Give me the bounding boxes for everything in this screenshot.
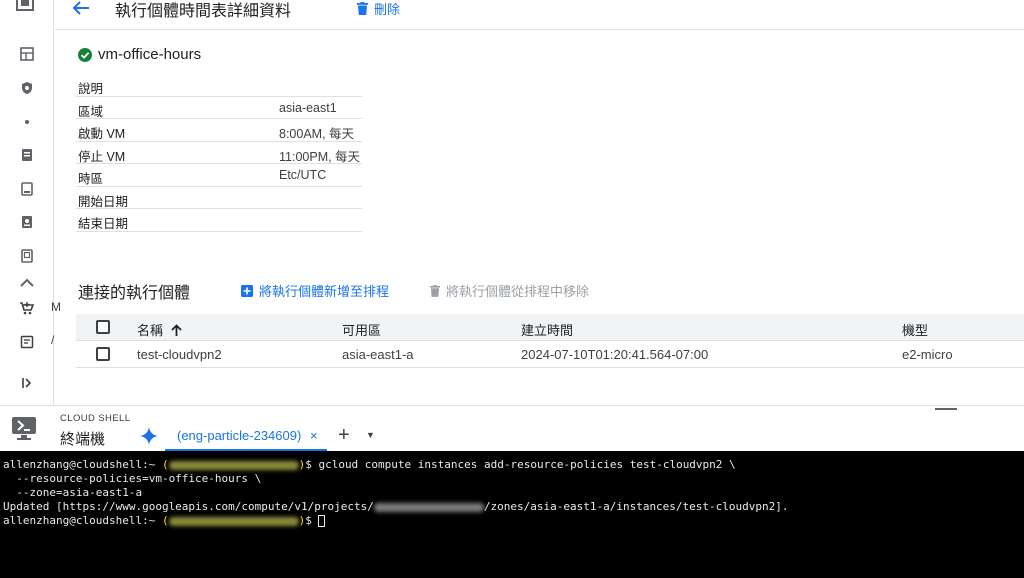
schedule-name: vm-office-hours (78, 46, 201, 63)
close-icon[interactable]: × (310, 428, 318, 443)
terminal-line-5: allenzhang@cloudshell:~ ()$ (3, 514, 1021, 528)
detail-key: 區域 (78, 104, 104, 119)
detail-row-start-date: 開始日期 (76, 187, 362, 209)
resize-handle[interactable] (935, 408, 957, 410)
detail-key: 時區 (78, 172, 104, 186)
rail-label-cut-1: M (51, 300, 61, 314)
detail-key: 開始日期 (78, 194, 129, 209)
new-tab-plus-icon[interactable]: + (338, 424, 350, 447)
tab-dropdown-icon[interactable]: ▼ (366, 430, 375, 440)
instances-table: 名稱 可用區 建立時間 機型 test-cloudvpn2 asia-east1… (76, 314, 1024, 368)
detail-row-start-vm: 啟動 VM 8:00AM, 每天 (76, 119, 362, 142)
page-title: 執行個體時間表詳細資料 (115, 3, 292, 20)
table-header: 名稱 可用區 建立時間 機型 (76, 314, 1024, 341)
column-header-name-label: 名稱 (137, 323, 164, 338)
column-header-zone[interactable]: 可用區 (342, 320, 381, 339)
cloud-shell-bar: CLOUD SHELL 終端機 (eng-particle-234609) × … (0, 405, 1024, 452)
instances-section-title: 連接的執行個體 (78, 285, 191, 302)
check-circle-icon (78, 47, 92, 62)
detail-value: Etc/UTC (279, 168, 327, 182)
terminal-line-2: --resource-policies=vm-office-hours \ (3, 472, 262, 485)
schedule-name-text: vm-office-hours (98, 46, 202, 63)
instance-zone: asia-east1-a (342, 347, 414, 362)
delete-button[interactable]: 刪除 (357, 0, 401, 17)
detail-row-description: 說明 (76, 74, 362, 97)
prompt-user: allenzhang@cloudshell:~ (3, 458, 162, 471)
shield-icon[interactable] (0, 76, 54, 100)
remove-instance-button[interactable]: 將執行個體從排程中移除 (430, 281, 589, 300)
terminal-icon (10, 414, 40, 442)
detail-key: 啟動 VM (78, 127, 126, 141)
template-icon[interactable] (0, 244, 54, 268)
detail-row-stop-vm: 停止 VM 11:00PM, 每天 (76, 142, 362, 164)
trash-icon (430, 284, 440, 297)
updated-line-start: Updated [https://www.googleapis.com/comp… (3, 500, 374, 513)
detail-value: 11:00PM, 每天 (279, 149, 361, 164)
detail-row-end-date: 結束日期 (76, 209, 362, 232)
column-header-created[interactable]: 建立時間 (521, 320, 573, 339)
sort-arrow-up-icon (171, 323, 182, 336)
rail-label-cut-2: / (51, 333, 55, 347)
detail-row-region: 區域 asia-east1 (76, 97, 362, 119)
gemini-spark-icon[interactable] (140, 427, 158, 445)
detail-key: 結束日期 (78, 217, 129, 231)
image-icon[interactable] (0, 210, 54, 234)
column-header-name[interactable]: 名稱 (137, 320, 182, 339)
disk-icon[interactable] (0, 143, 54, 167)
command-line-1: $ gcloud compute instances add-resource-… (305, 458, 736, 471)
group-icon[interactable] (0, 276, 54, 288)
terminal-line-1: allenzhang@cloudshell:~ ()$ gcloud compu… (3, 458, 736, 471)
left-nav-rail: M / (0, 0, 61, 405)
prompt-user: allenzhang@cloudshell:~ (3, 514, 162, 527)
marketplace-icon[interactable] (0, 296, 54, 320)
shell-tab-label: (eng-particle-234609) (177, 428, 302, 443)
details-table: 說明 區域 asia-east1 啟動 VM 8:00AM, 每天 停止 VM 11:… (76, 74, 362, 232)
instance-name[interactable]: test-cloudvpn2 (137, 347, 222, 362)
updated-line-end: /zones/asia-east1-a/instances/test-cloud… (483, 500, 789, 513)
detail-row-timezone: 時區 Etc/UTC (76, 164, 362, 187)
snapshot-icon[interactable] (0, 177, 54, 201)
detail-value: asia-east1 (279, 100, 337, 115)
detail-key: 說明 (78, 82, 104, 96)
cloud-shell-subtitle: 終端機 (60, 431, 106, 448)
row-checkbox[interactable] (96, 347, 110, 361)
instance-created: 2024-07-10T01:20:41.564-07:00 (521, 347, 709, 362)
terminal[interactable]: allenzhang@cloudshell:~ ()$ gcloud compu… (0, 451, 1024, 578)
redacted-project-id (373, 502, 484, 512)
instance-machine-type: e2-micro (902, 347, 953, 362)
add-box-icon (241, 284, 253, 297)
page-header: 執行個體時間表詳細資料 刪除 (55, 0, 1024, 30)
remove-instance-label: 將執行個體從排程中移除 (446, 284, 590, 299)
shell-tab[interactable]: (eng-particle-234609) × (165, 424, 327, 452)
terminal-line-3: --zone=asia-east1-a (3, 486, 143, 499)
redacted-project-id (168, 460, 299, 470)
terminal-line-4: Updated [https://www.googleapis.com/comp… (3, 500, 1021, 514)
delete-label: 刪除 (374, 1, 401, 17)
expand-nav-icon[interactable] (0, 371, 54, 395)
back-arrow-icon[interactable] (71, 0, 95, 18)
cloud-shell-label: CLOUD SHELL (60, 413, 131, 424)
dot-icon[interactable] (0, 110, 54, 134)
detail-key: 停止 VM (78, 149, 126, 164)
release-notes-icon[interactable] (0, 330, 54, 354)
column-header-machine-type[interactable]: 機型 (902, 320, 928, 339)
detail-value: 8:00AM, 每天 (279, 127, 355, 141)
dashboard-icon[interactable] (0, 42, 54, 66)
compute-engine-icon[interactable] (12, 0, 38, 14)
prompt-end: $ (305, 514, 319, 527)
trash-icon (357, 1, 368, 15)
add-instance-button[interactable]: 將執行個體新增至排程 (241, 281, 389, 300)
select-all-checkbox[interactable] (96, 320, 110, 334)
add-instance-label: 將執行個體新增至排程 (259, 284, 390, 299)
terminal-cursor (318, 515, 326, 527)
redacted-project-id (168, 516, 299, 526)
table-row: test-cloudvpn2 asia-east1-a 2024-07-10T0… (76, 341, 1024, 368)
